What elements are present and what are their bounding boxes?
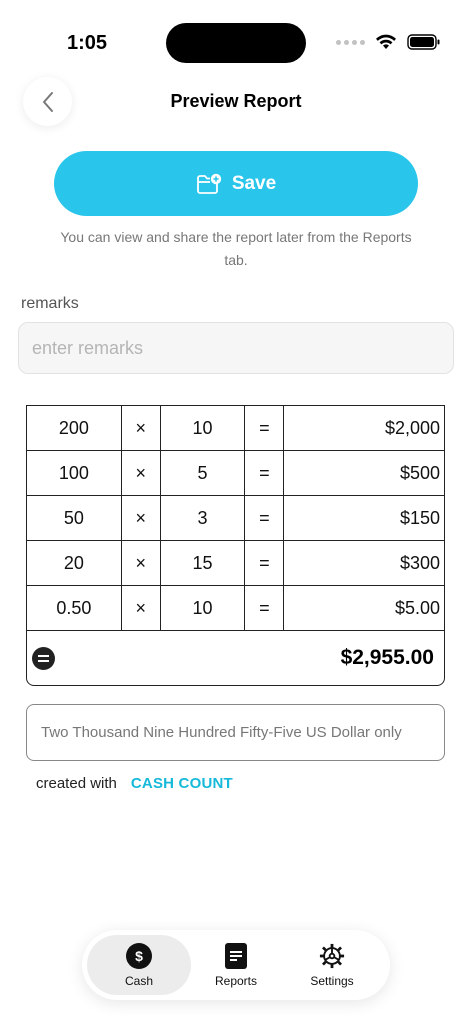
count-cell: 10 (159, 405, 246, 451)
tab-reports-label: Reports (214, 973, 258, 988)
denomination-table: 200 × 10 = $2,000 100 × 5 = $500 50 × 3 = $150 20 × 15 = $3… (26, 405, 445, 631)
credit-prefix: created with (36, 775, 117, 792)
amount-cell: $2,000 (283, 405, 445, 451)
amount-in-words: Two Thousand Nine Hundred Fifty-Five US … (26, 704, 445, 761)
dollar-icon: $ (126, 942, 152, 969)
times-sign: × (120, 450, 161, 496)
amount-cell: $150 (283, 495, 445, 541)
count-cell: 15 (159, 540, 246, 586)
equals-sign: = (244, 495, 285, 541)
tab-settings-label: Settings (310, 973, 354, 988)
tab-reports[interactable]: Reports (184, 935, 288, 995)
denomination-cell: 0.50 (26, 585, 122, 631)
table-row: 0.50 × 10 = $5.00 (26, 585, 445, 631)
gear-icon (319, 943, 345, 969)
table-row: 100 × 5 = $500 (26, 450, 445, 496)
folder-add-icon (196, 173, 222, 194)
tab-settings[interactable]: Settings (280, 935, 384, 995)
count-cell: 10 (159, 585, 246, 631)
credit-line: created with CASH COUNT (36, 775, 233, 792)
document-icon (223, 942, 249, 969)
times-sign: × (120, 495, 161, 541)
remarks-label: remarks (21, 295, 79, 312)
amount-cell: $5.00 (283, 585, 445, 631)
dynamic-island (166, 23, 306, 63)
tab-cash[interactable]: $ Cash (87, 935, 191, 995)
times-sign: × (120, 405, 161, 451)
equals-sign: = (244, 585, 285, 631)
equals-icon (32, 646, 55, 670)
tab-cash-label: Cash (124, 973, 153, 988)
denomination-cell: 100 (26, 450, 122, 496)
denomination-cell: 20 (26, 540, 122, 586)
page-title: Preview Report (170, 91, 302, 111)
equals-sign: = (244, 405, 285, 451)
wifi-icon (376, 34, 396, 49)
amount-in-words-text: Two Thousand Nine Hundred Fifty-Five US … (41, 724, 402, 741)
table-row: 200 × 10 = $2,000 (26, 405, 445, 451)
save-hint: You can view and share the report later … (60, 229, 412, 268)
amount-cell: $300 (283, 540, 445, 586)
save-button-label: Save (231, 172, 277, 194)
battery-icon (407, 34, 440, 50)
dollar-symbol: $ (126, 942, 152, 969)
count-cell: 3 (159, 495, 246, 541)
equals-sign: = (244, 540, 285, 586)
equals-sign: = (244, 450, 285, 496)
total-box: $2,955.00 (26, 630, 445, 686)
table-row: 50 × 3 = $150 (26, 495, 445, 541)
tab-bar: $ Cash Reports Settings (82, 930, 390, 1000)
total-value: $2,955.00 (340, 646, 434, 669)
remarks-input[interactable] (18, 322, 454, 374)
signal-icon (336, 39, 365, 45)
table-row: 20 × 15 = $300 (26, 540, 445, 586)
status-icons (336, 34, 441, 50)
credit-brand-link[interactable]: CASH COUNT (131, 775, 233, 792)
times-sign: × (120, 540, 161, 586)
denomination-cell: 50 (26, 495, 122, 541)
status-time: 1:05 (67, 32, 108, 54)
denomination-cell: 200 (26, 405, 122, 451)
amount-cell: $500 (283, 450, 445, 496)
save-button[interactable]: Save (54, 151, 418, 216)
count-cell: 5 (159, 450, 246, 496)
times-sign: × (120, 585, 161, 631)
